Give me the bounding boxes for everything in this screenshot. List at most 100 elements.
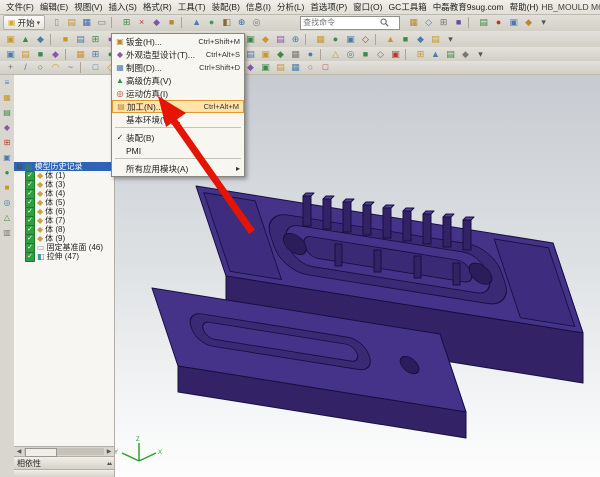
start-menu-item[interactable]: ◆ 外观造型设计(T)... Ctrl+Alt+S	[112, 48, 244, 61]
menu-item[interactable]: GC工具箱	[385, 1, 429, 13]
start-menu-item[interactable]: ▲ 高级仿真(V)	[112, 74, 244, 87]
toolbar-icon[interactable]: ▣	[3, 33, 18, 45]
toolbar-icon[interactable]: ◆	[413, 33, 428, 45]
toolbar-icon[interactable]: ▤	[476, 17, 491, 29]
toolbar-icon[interactable]: ●	[204, 17, 219, 29]
toolbar-icon[interactable]: ▲	[383, 33, 398, 45]
toolbar-icon[interactable]: ◆	[258, 33, 273, 45]
toolbar-icon[interactable]: ◠	[48, 62, 63, 74]
start-menu-item[interactable]: 所有应用模块(A) ▸	[112, 162, 244, 175]
resource-bar-icon[interactable]: ▥	[3, 229, 11, 237]
menu-item[interactable]: 视图(V)	[71, 1, 105, 13]
toolbar-icon[interactable]: ◆	[33, 33, 48, 45]
toolbar-icon[interactable]: ◆	[273, 48, 288, 60]
toolbar-icon[interactable]: ▣	[3, 48, 18, 60]
start-menu-item[interactable]	[115, 158, 241, 161]
start-menu-item[interactable]	[115, 127, 241, 130]
toolbar-icon[interactable]: ●	[491, 17, 506, 29]
toolbar-icon[interactable]: ▦	[406, 17, 421, 29]
toolbar-icon[interactable]: ▲	[18, 33, 33, 45]
toolbar-icon[interactable]	[111, 17, 117, 28]
toolbar-icon[interactable]: ▣	[243, 33, 258, 45]
toolbar-icon[interactable]	[65, 49, 71, 60]
toolbar-icon[interactable]: ⊞	[119, 17, 134, 29]
toolbar-icon[interactable]: ⊞	[88, 33, 103, 45]
toolbar-icon[interactable]: ○	[33, 62, 48, 74]
toolbar-icon[interactable]: ■	[358, 48, 373, 60]
toolbar-icon[interactable]: ▤	[73, 33, 88, 45]
scroll-right-icon[interactable]: ▶	[105, 448, 113, 455]
toolbar-icon[interactable]: ◆	[243, 62, 258, 74]
toolbar-icon[interactable]	[468, 17, 474, 28]
toolbar-icon[interactable]: ○	[303, 62, 318, 74]
toolbar-icon[interactable]: ◆	[521, 17, 536, 29]
toolbar-icon[interactable]: ◇	[421, 17, 436, 29]
toolbar-icon[interactable]	[375, 34, 381, 45]
toolbar-icon[interactable]: /	[18, 62, 33, 74]
toolbar-icon[interactable]: ■	[58, 33, 73, 45]
start-menu-item[interactable]: ▦ 制图(D)... Ctrl+Shift+D	[112, 61, 244, 74]
resource-bar-icon[interactable]: ⊞	[4, 139, 11, 147]
toolbar-icon[interactable]: ▦	[288, 48, 303, 60]
toolbar-icon[interactable]: ■	[451, 17, 466, 29]
resource-bar-icon[interactable]: ◎	[4, 199, 11, 207]
toolbar-icon[interactable]: ■	[398, 33, 413, 45]
toolbar-icon[interactable]: ▤	[243, 48, 258, 60]
toolbar-icon[interactable]: ▦	[313, 33, 328, 45]
menu-item[interactable]: 插入(S)	[106, 1, 140, 13]
toolbar-icon[interactable]: ◆	[458, 48, 473, 60]
tree-horizontal-scrollbar[interactable]: ◀ ▶	[14, 446, 114, 456]
toolbar-icon[interactable]	[80, 62, 86, 73]
menu-item[interactable]: 窗口(O)	[350, 1, 385, 13]
menu-item[interactable]: 帮助(H)	[507, 1, 542, 13]
tree-row[interactable]: ✓ ◧ 拉伸 (47)	[14, 252, 114, 261]
toolbar-icon[interactable]: ▣	[343, 33, 358, 45]
toolbar-icon[interactable]: ⊞	[88, 48, 103, 60]
menu-item[interactable]: 信息(I)	[243, 1, 274, 13]
toolbar-icon[interactable]: □	[88, 62, 103, 74]
menu-item[interactable]: 中磊教育9sug.com	[430, 1, 507, 13]
toolbar-icon[interactable]: ▦	[79, 17, 94, 29]
toolbar-icon[interactable]: ◆	[48, 48, 63, 60]
toolbar-icon[interactable]: ▤	[443, 48, 458, 60]
start-menu-button[interactable]: ▣ 开始 ▾	[3, 15, 45, 30]
toolbar-icon[interactable]: ⊕	[288, 33, 303, 45]
resource-bar-icon[interactable]: ◆	[4, 124, 10, 132]
start-menu-item[interactable]: 基本环境(W)...	[112, 113, 244, 126]
toolbar-icon[interactable]: ▾	[473, 48, 488, 60]
menu-item[interactable]: 格式(R)	[140, 1, 175, 13]
start-menu-item[interactable]: ✓ 装配(B)	[112, 131, 244, 144]
toolbar-icon[interactable]: ▤	[273, 33, 288, 45]
toolbar-icon[interactable]: ▲	[428, 48, 443, 60]
toolbar-icon[interactable]: ◇	[358, 33, 373, 45]
toolbar-icon[interactable]: ⊞	[413, 48, 428, 60]
toolbar-icon[interactable]: ▣	[388, 48, 403, 60]
menu-item[interactable]: 分析(L)	[274, 1, 307, 13]
toolbar-icon[interactable]: ⊕	[234, 17, 249, 29]
toolbar-icon[interactable]	[320, 49, 326, 60]
toolbar-icon[interactable]: ▣	[506, 17, 521, 29]
toolbar-icon[interactable]	[50, 34, 56, 45]
resource-bar-icon[interactable]: ■	[5, 184, 10, 192]
dependencies-panel-header[interactable]: 相依性 ▴▴	[14, 456, 114, 469]
toolbar-icon[interactable]: ◇	[373, 48, 388, 60]
start-menu-item[interactable]: ◎ 运动仿真(I)	[112, 87, 244, 100]
scrollbar-thumb[interactable]	[25, 448, 57, 457]
resource-bar-icon[interactable]: ●	[5, 169, 10, 177]
toolbar-icon[interactable]: ●	[328, 33, 343, 45]
menu-item[interactable]: 编辑(E)	[37, 1, 71, 13]
toolbar-icon[interactable]: ▲	[189, 17, 204, 29]
toolbar-icon[interactable]: ■	[33, 48, 48, 60]
checkbox[interactable]: ✓	[25, 252, 35, 262]
scroll-left-icon[interactable]: ◀	[15, 448, 23, 455]
toolbar-icon[interactable]: ▣	[258, 48, 273, 60]
toolbar-icon[interactable]: ◎	[249, 17, 264, 29]
toolbar-icon[interactable]: ~	[63, 62, 78, 74]
toolbar-icon[interactable]	[305, 34, 311, 45]
expander-icon[interactable]: ⊟	[16, 163, 23, 171]
toolbar-icon[interactable]: +	[3, 62, 18, 74]
start-menu-item[interactable]: ▣ 钣金(H)... Ctrl+Shift+M	[112, 35, 244, 48]
toolbar-icon[interactable]: ▤	[273, 62, 288, 74]
toolbar-icon[interactable]: ◧	[219, 17, 234, 29]
collapse-chevrons-icon[interactable]: ▴▴	[107, 460, 111, 467]
